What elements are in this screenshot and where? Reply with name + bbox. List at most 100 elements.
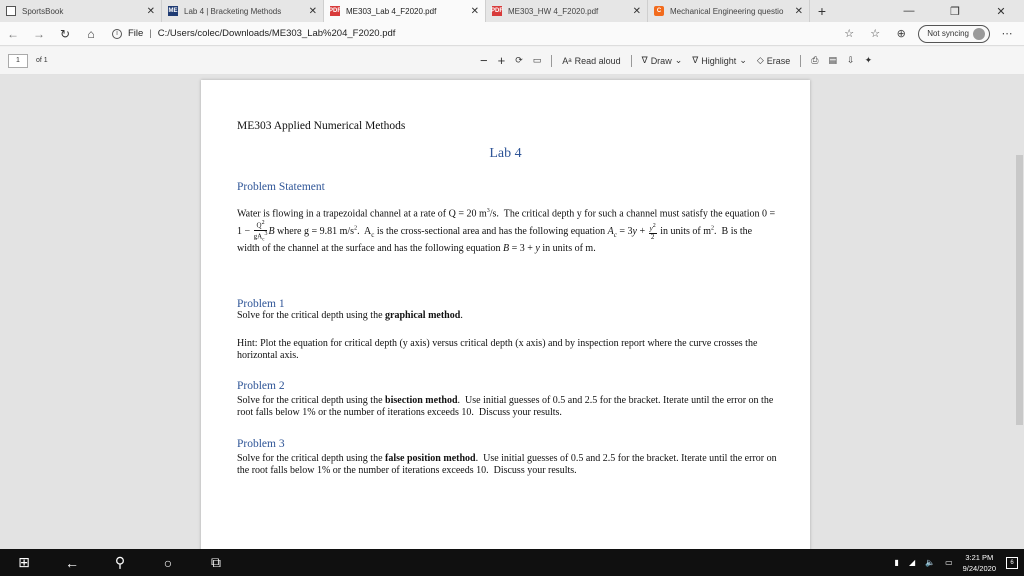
sync-button[interactable]: Not syncing [918,24,990,43]
tab-lab4-pdf[interactable]: PDF ME303_Lab 4_F2020.pdf ✕ [324,0,486,22]
clock-time: 3:21 PM [965,552,994,562]
highlight-label: Highlight [701,55,737,66]
url-text: C:/Users/colec/Downloads/ME303_Lab%204_F… [157,28,396,39]
save-as-icon[interactable]: ⇩ [847,55,855,66]
chevron-down-icon[interactable]: ⌄ [739,55,747,66]
tab-chegg[interactable]: C Mechanical Engineering questio ✕ [648,0,810,22]
close-icon[interactable]: ✕ [309,6,317,17]
draw-label: Draw [650,55,672,66]
favorite-star-icon[interactable]: ☆ [840,27,858,40]
print-icon[interactable]: ⎙ [811,55,818,66]
highlight-icon: ∇ [692,55,699,65]
close-window-icon[interactable]: ✕ [978,0,1024,22]
pdf-icon: PDF [329,6,341,16]
problem-statement-text: Water is flowing in a trapezoidal channe… [237,208,776,255]
close-icon[interactable]: ✕ [795,6,803,17]
chegg-icon: C [654,6,664,16]
chevron-down-icon[interactable]: ⌄ [675,55,683,66]
problem-statement-heading: Problem Statement [237,181,325,193]
address-bar: ← → ↻ ⌂ i File | C:/Users/colec/Download… [0,22,1024,46]
problem-2-heading: Problem 2 [237,380,285,392]
clock-date: 9/24/2020 [962,563,996,573]
info-icon[interactable]: i [112,28,122,39]
divider [630,54,632,67]
read-aloud-label: Read aloud [574,55,621,66]
tab-title: Mechanical Engineering questio [670,6,784,16]
tab-title: ME303_Lab 4_F2020.pdf [346,6,437,16]
tab-strip: SportsBook ✕ ME Lab 4 | Bracketing Metho… [0,0,1024,22]
problem-3-heading: Problem 3 [237,438,285,450]
zoom-in-icon[interactable]: + [498,53,506,68]
tab-title: Lab 4 | Bracketing Methods [184,6,282,16]
lab-title: Lab 4 [489,146,522,161]
avatar [973,27,985,40]
battery-icon[interactable]: ▮ [895,558,899,567]
tab-sportsbook[interactable]: SportsBook ✕ [0,0,162,22]
pdf-viewer[interactable]: ME303 Applied Numerical Methods Lab 4 Pr… [0,75,1024,560]
read-aloud-icon: Aᵃ [562,55,572,66]
back-arrow-icon[interactable]: ← [0,27,26,41]
tab-title: SportsBook [22,6,64,16]
keyboard-icon[interactable]: ▭ [945,558,953,567]
new-tab-button[interactable]: + [810,0,834,22]
erase-button[interactable]: ◇ Erase [757,55,790,66]
task-view-icon[interactable]: ⧉ [192,554,240,571]
home-icon[interactable]: ⌂ [78,27,104,41]
search-icon[interactable]: ⚲ [96,554,144,571]
course-title: ME303 Applied Numerical Methods [237,120,406,132]
close-icon[interactable]: ✕ [471,6,479,17]
eraser-icon: ◇ [756,55,764,65]
highlight-button[interactable]: ∇ Highlight ⌄ [692,55,747,66]
restore-icon[interactable]: ❐ [932,0,978,22]
taskbar: ⊞ ← ⚲ ○ ⧉ ▮ ◢ 🔈 ▭ 3:21 PM 9/24/2020 6 [0,549,1024,576]
problem-1-hint: Hint: Plot the equation for critical dep… [237,338,758,361]
tab-title: ME303_HW 4_F2020.pdf [508,6,599,16]
lab-icon: ME [168,6,178,16]
extension-icon[interactable]: ⊕ [892,27,910,40]
pdf-icon: PDF [491,6,503,16]
pdf-page: ME303 Applied Numerical Methods Lab 4 Pr… [201,80,810,560]
system-tray: ▮ ◢ 🔈 ▭ 3:21 PM 9/24/2020 6 [895,549,1018,576]
pdf-toolbar: 1 of 1 − + ⟳ ▭ Aᵃ Read aloud ∇ Draw ⌄ ∇ … [0,47,1024,75]
windows-start-icon[interactable]: ⊞ [0,554,48,571]
refresh-icon[interactable]: ↻ [52,27,78,41]
draw-button[interactable]: ∇ Draw ⌄ [642,55,683,66]
problem-1-heading: Problem 1 [237,298,285,310]
tab-hw4-pdf[interactable]: PDF ME303_HW 4_F2020.pdf ✕ [486,0,648,22]
fit-page-icon[interactable]: ▭ [533,55,542,66]
window-controls: — ❐ ✕ [886,0,1024,22]
forward-arrow-icon[interactable]: → [26,27,52,41]
save-icon[interactable]: ▤ [829,55,838,66]
pin-icon[interactable]: ✦ [865,55,873,66]
clock[interactable]: 3:21 PM 9/24/2020 [963,552,996,574]
rotate-icon[interactable]: ⟳ [515,55,523,66]
notification-icon[interactable]: 6 [1006,556,1018,569]
hint-label: Hint: [237,338,258,349]
divider [551,54,553,67]
draw-icon: ∇ [641,55,648,65]
page-count: of 1 [36,57,48,64]
tab-lab4-bracketing[interactable]: ME Lab 4 | Bracketing Methods ✕ [162,0,324,22]
more-icon[interactable]: ⋯ [998,27,1016,40]
close-icon[interactable]: ✕ [147,6,155,17]
url-separator: | [149,28,152,39]
divider [800,54,802,67]
page-number-input[interactable]: 1 [8,53,28,68]
page-icon [6,6,16,16]
zoom-out-icon[interactable]: − [480,53,488,68]
url-field[interactable]: i File | C:/Users/colec/Downloads/ME303_… [112,28,840,39]
erase-label: Erase [766,55,791,66]
minimize-icon[interactable]: — [886,0,932,22]
problem-3-text: Solve for the critical depth using the f… [237,453,777,476]
read-aloud-button[interactable]: Aᵃ Read aloud [562,56,620,66]
volume-icon[interactable]: 🔈 [925,558,935,567]
scrollbar[interactable] [1016,155,1023,425]
back-arrow-icon[interactable]: ← [48,555,96,571]
wifi-icon[interactable]: ◢ [909,558,915,567]
cortana-icon[interactable]: ○ [144,555,192,571]
toolbar-right: ☆ ☆ ⊕ Not syncing ⋯ [840,24,1016,43]
close-icon[interactable]: ✕ [633,6,641,17]
problem-2-text: Solve for the critical depth using the b… [237,395,774,418]
favorites-list-icon[interactable]: ☆ [866,27,884,40]
problem-1-text: Solve for the critical depth using the g… [237,310,463,321]
